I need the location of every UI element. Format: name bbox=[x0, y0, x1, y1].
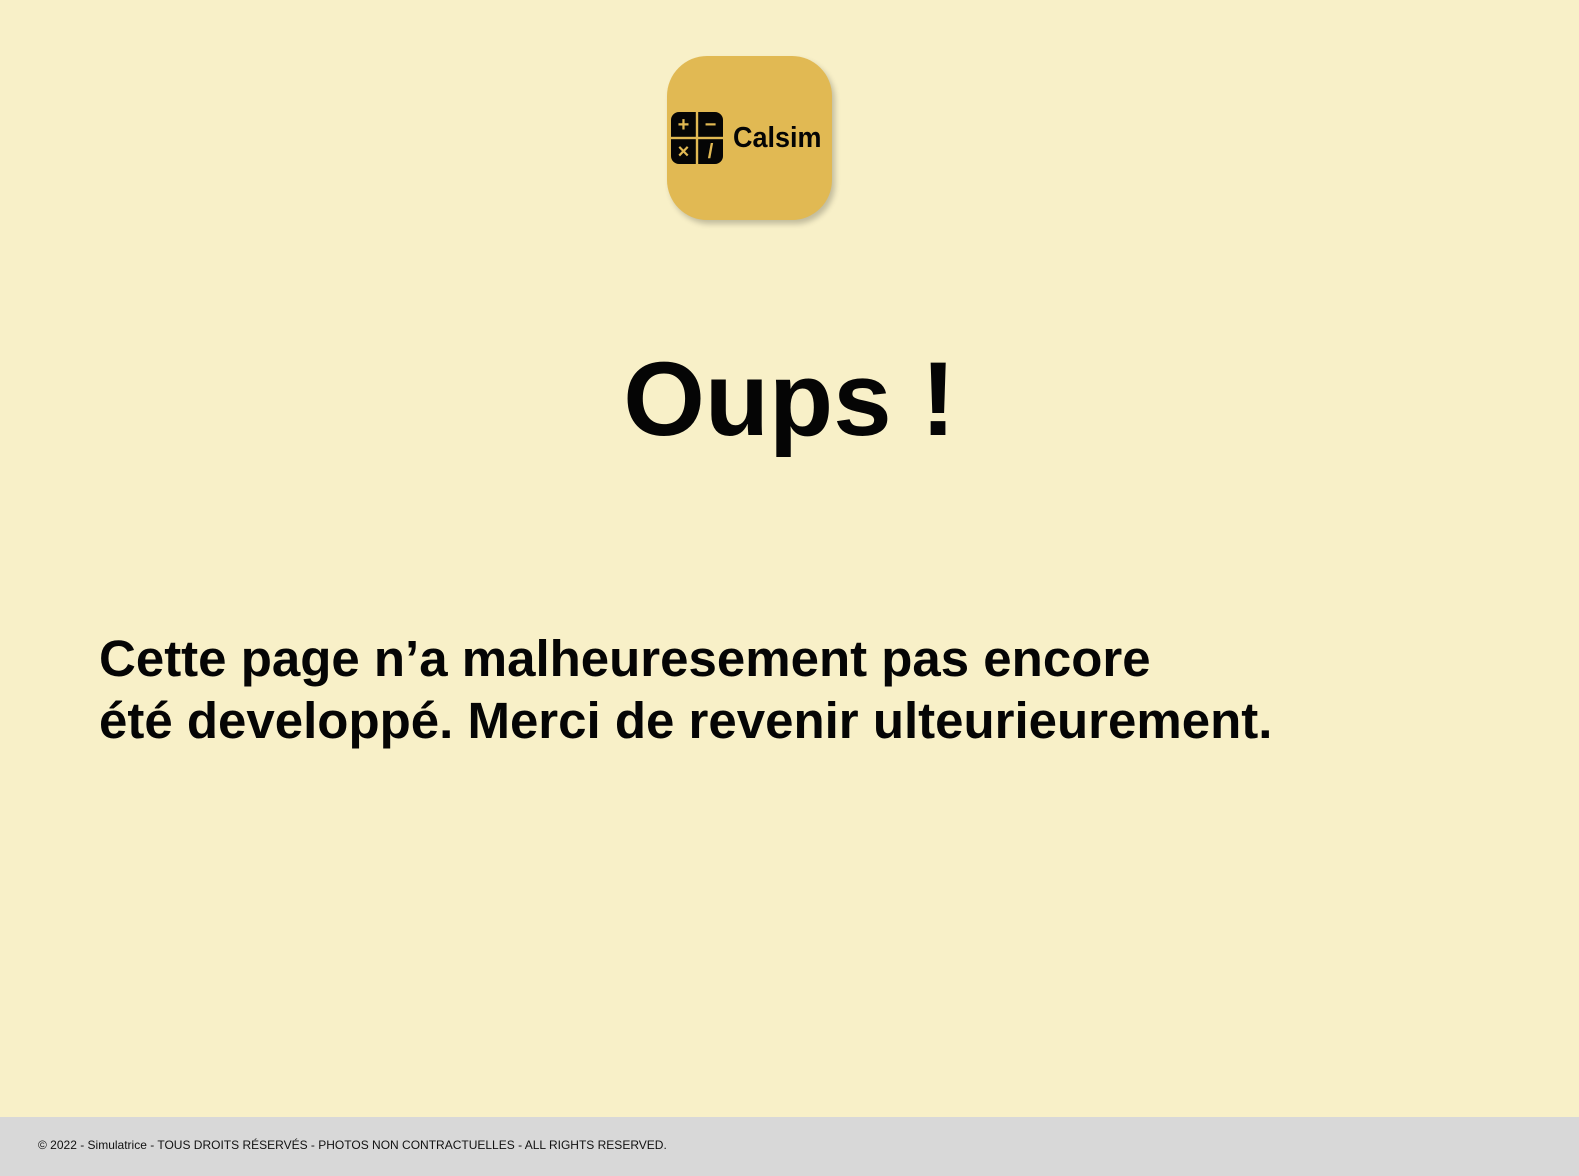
copyright-text: © 2022 - Simulatrice - TOUS DROITS RÉSER… bbox=[38, 1138, 667, 1152]
calsim-logo[interactable]: + − × / Calsim bbox=[667, 56, 832, 220]
error-message-line: Cette page n’a malheuresement pas encore bbox=[99, 630, 1151, 687]
brand-name: Calsim bbox=[732, 121, 822, 154]
error-message-line: été developpé. Merci de revenir ulteurie… bbox=[99, 692, 1273, 749]
plus-symbol: + bbox=[678, 114, 690, 136]
page-footer: © 2022 - Simulatrice - TOUS DROITS RÉSER… bbox=[0, 1117, 1579, 1176]
error-message: Cette page n’a malheuresement pas encore… bbox=[99, 628, 1459, 752]
minus-symbol: − bbox=[705, 114, 717, 136]
multiply-symbol: × bbox=[678, 141, 690, 163]
error-title: Oups ! bbox=[623, 341, 956, 458]
calculator-grid-icon: + − × / bbox=[670, 112, 723, 164]
divide-symbol: / bbox=[708, 141, 714, 163]
